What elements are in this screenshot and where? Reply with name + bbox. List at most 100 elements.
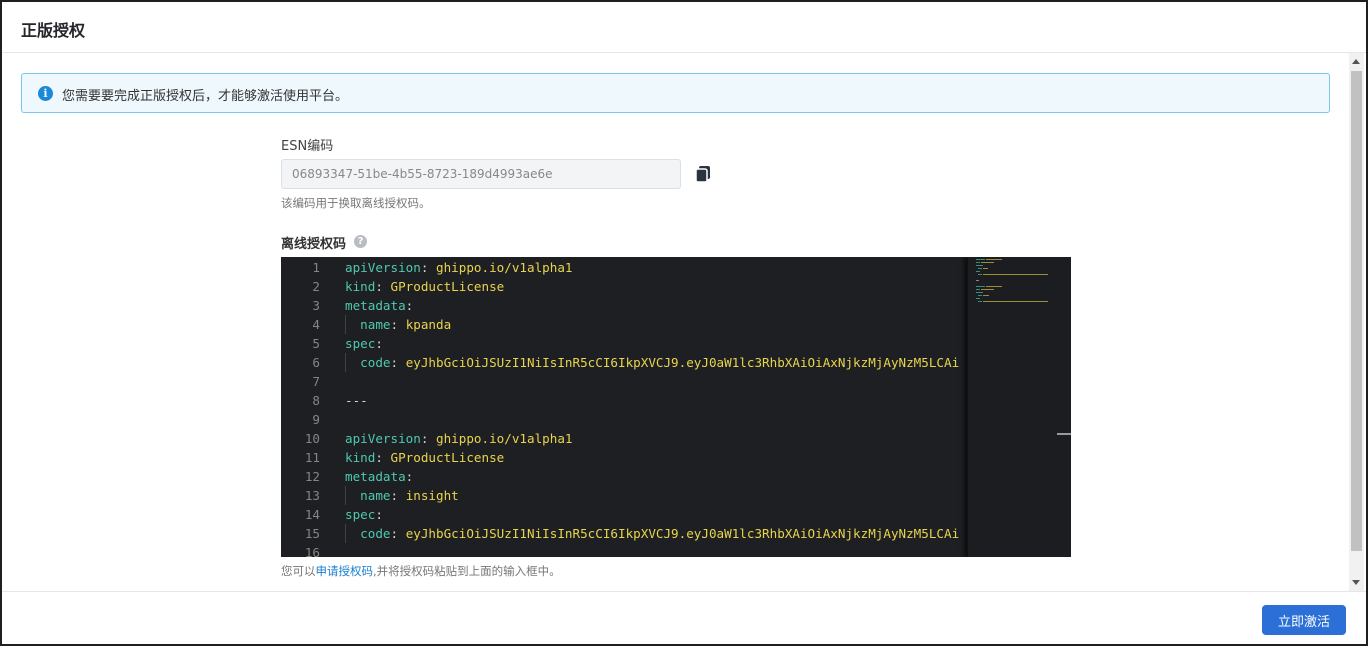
yaml-key: spec <box>345 507 376 522</box>
line-number: 8 <box>312 393 320 408</box>
scroll-down-arrow[interactable] <box>1352 580 1360 585</box>
minimap-line <box>980 289 995 290</box>
minimap-slider[interactable] <box>1057 433 1071 435</box>
yaml-value: ghippo.io/v1alpha1 <box>436 431 573 446</box>
line-number: 16 <box>304 545 320 557</box>
code-line: --- <box>345 391 368 410</box>
minimap-line <box>976 289 980 290</box>
info-alert: i 您需要要完成正版授权后，才能够激活使用平台。 <box>21 73 1330 113</box>
apply-license-link[interactable]: 申请授权码 <box>316 564 374 578</box>
yaml-separator: : <box>375 336 383 351</box>
dialog-title: 正版授权 <box>21 21 86 40</box>
line-number: 1 <box>312 260 320 275</box>
minimap-line <box>982 301 1049 302</box>
minimap-line <box>978 301 982 302</box>
code-line: apiVersion: ghippo.io/v1alpha1 <box>345 258 572 277</box>
footer-note-prefix: 您可以 <box>281 564 316 578</box>
yaml-separator: : <box>390 526 406 541</box>
yaml-separator: : <box>390 355 406 370</box>
esn-label: ESN编码 <box>281 139 334 154</box>
minimap-line <box>976 292 984 293</box>
yaml-separator: : <box>375 450 391 465</box>
line-number: 11 <box>304 450 320 465</box>
yaml-key: apiVersion <box>345 260 421 275</box>
yaml-separator: : <box>375 279 391 294</box>
code-line: kind: GProductLicense <box>345 448 504 467</box>
line-number: 2 <box>312 279 320 294</box>
yaml-key: spec <box>345 336 376 351</box>
yaml-value: GProductLicense <box>390 450 505 465</box>
alert-text: 您需要要完成正版授权后，才能够激活使用平台。 <box>62 89 349 104</box>
minimap-line <box>976 271 980 272</box>
yaml-separator: : <box>420 431 436 446</box>
yaml-value: ghippo.io/v1alpha1 <box>436 260 573 275</box>
code-area[interactable]: apiVersion: ghippo.io/v1alpha1 kind: GPro… <box>345 257 965 557</box>
indent-guide <box>345 486 346 505</box>
footer-note: 您可以申请授权码,并将授权码粘贴到上面的输入框中。 <box>281 563 561 579</box>
footer-note-suffix: ,并将授权码粘贴到上面的输入框中。 <box>373 564 561 578</box>
indent-guide <box>345 524 346 543</box>
yaml-value: insight <box>405 488 459 503</box>
line-number: 3 <box>312 298 320 313</box>
offline-code-label: 离线授权码 <box>281 237 347 252</box>
minimap-line <box>976 286 985 287</box>
license-dialog: 正版授权 i 您需要要完成正版授权后，才能够激活使用平台。 ESN编码 0689… <box>0 0 1368 646</box>
yaml-key: metadata <box>345 469 406 484</box>
yaml-separator: : <box>375 507 383 522</box>
scroll-up-arrow[interactable] <box>1352 59 1360 64</box>
activate-button[interactable]: 立即激活 <box>1262 605 1346 635</box>
code-line: name: insight <box>345 486 459 505</box>
minimap-line <box>986 286 1003 287</box>
minimap-line <box>982 295 989 296</box>
scroll-thumb[interactable] <box>1351 71 1362 551</box>
yaml-key: kind <box>345 279 376 294</box>
copy-icon[interactable] <box>694 165 712 183</box>
yaml-separator: : <box>405 469 414 484</box>
dialog-body: i 您需要要完成正版授权后，才能够激活使用平台。 ESN编码 06893347-… <box>2 53 1349 591</box>
editor-minimap[interactable] <box>967 257 1071 557</box>
line-number: 12 <box>304 469 320 484</box>
yaml-key: name <box>360 488 391 503</box>
minimap-line <box>982 274 1049 275</box>
yaml-separator: : <box>390 488 406 503</box>
minimap-line <box>976 259 985 260</box>
indent-guide <box>345 353 346 372</box>
yaml-separator: : <box>390 317 406 332</box>
minimap-line <box>976 280 979 281</box>
line-number: 6 <box>312 355 320 370</box>
line-number: 7 <box>312 374 320 389</box>
esn-input[interactable]: 06893347-51be-4b55-8723-189d4993ae6e <box>281 159 681 189</box>
line-number: 4 <box>312 317 320 332</box>
minimap-line <box>978 274 982 275</box>
line-number: 5 <box>312 336 320 351</box>
minimap-line <box>976 262 980 263</box>
yaml-value: eyJhbGciOiJSUzI1NiIsInR5cCI6IkpXVCJ9.eyJ… <box>405 355 960 370</box>
line-number: 9 <box>312 412 320 427</box>
code-line: kind: GProductLicense <box>345 277 504 296</box>
yaml-separator: : <box>420 260 436 275</box>
yaml-value: kpanda <box>405 317 452 332</box>
line-number: 14 <box>304 507 320 522</box>
yaml-key: metadata <box>345 298 406 313</box>
code-line: code: eyJhbGciOiJSUzI1NiIsInR5cCI6IkpXVC… <box>345 353 959 372</box>
license-code-editor[interactable]: 1 2 3 4 5 6 7 8 9 10 11 12 13 14 15 16 apiVersion: ghip… <box>281 257 1071 557</box>
indent-guide <box>345 315 346 334</box>
yaml-separator: --- <box>345 393 368 408</box>
minimap-line <box>976 265 984 266</box>
dialog-scrollbar[interactable] <box>1349 53 1364 591</box>
yaml-separator: : <box>405 298 414 313</box>
code-line: apiVersion: ghippo.io/v1alpha1 <box>345 429 572 448</box>
minimap-line <box>986 259 1003 260</box>
esn-hint: 该编码用于换取离线授权码。 <box>281 196 431 210</box>
code-line: metadata: <box>345 296 413 315</box>
code-line: spec: <box>345 334 383 353</box>
code-line: code: eyJhbGciOiJSUzI1NiIsInR5cCI6IkpXVC… <box>345 524 959 543</box>
line-number-gutter: 1 2 3 4 5 6 7 8 9 10 11 12 13 14 15 16 <box>281 257 333 557</box>
yaml-key: apiVersion <box>345 431 421 446</box>
yaml-key: name <box>360 317 391 332</box>
minimap-line <box>978 268 982 269</box>
help-icon[interactable]: ? <box>354 235 367 248</box>
line-number: 10 <box>304 431 320 446</box>
minimap-line <box>976 298 980 299</box>
info-icon: i <box>38 86 53 101</box>
